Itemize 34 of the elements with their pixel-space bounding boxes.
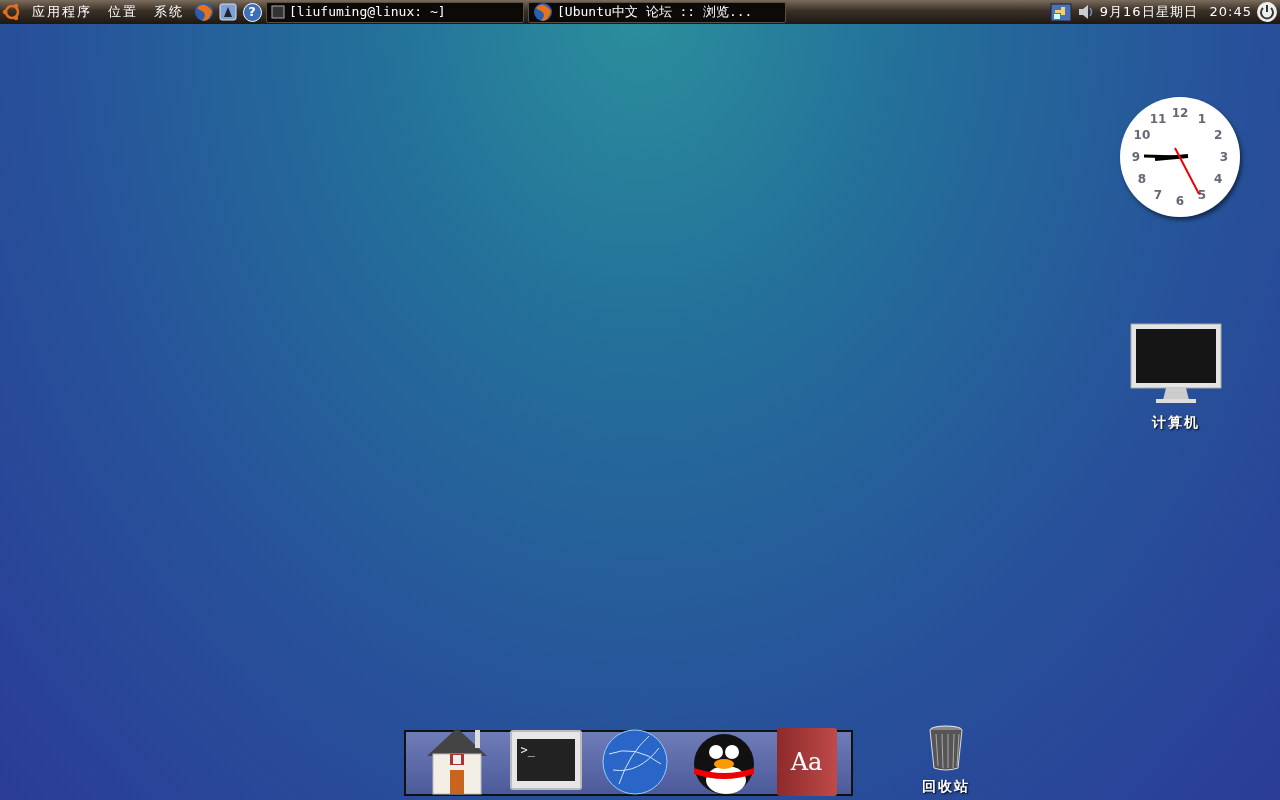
- logo-icon: [2, 2, 22, 22]
- clock-numeral: 10: [1133, 129, 1151, 141]
- clock-numeral: 11: [1149, 112, 1167, 125]
- wastebasket-icon[interactable]: [926, 724, 966, 772]
- clock-numeral: 1: [1197, 112, 1207, 125]
- taskbar-button[interactable]: [liufuming@linux: ~]: [266, 1, 524, 23]
- menu-item[interactable]: 应用程序: [26, 2, 98, 22]
- terminal-prompt: >_: [516, 739, 575, 781]
- browser-icon: [533, 2, 553, 22]
- browser-icon[interactable]: [194, 2, 214, 22]
- taskbar-button[interactable]: [Ubuntu中文 论坛 :: 浏览...: [528, 1, 786, 23]
- clock-numeral: 12: [1171, 107, 1189, 119]
- stamp-icon[interactable]: [218, 2, 238, 22]
- clock-numeral: 9: [1131, 151, 1141, 163]
- clock-numeral: 6: [1175, 195, 1185, 207]
- menu-item[interactable]: 位置: [102, 2, 144, 22]
- clock-numeral: 8: [1137, 173, 1147, 185]
- clock-numeral: 7: [1153, 189, 1163, 202]
- clock-numeral: 4: [1213, 173, 1223, 185]
- book-cover-text: Aa: [790, 747, 823, 778]
- menu-item[interactable]: 系统: [148, 2, 190, 22]
- help-icon[interactable]: ?: [242, 2, 262, 22]
- network-icon[interactable]: [1049, 2, 1072, 22]
- power-icon[interactable]: [1256, 1, 1278, 23]
- desktop-icon-label[interactable]: 计算机: [1152, 412, 1200, 433]
- clock-numeral: 3: [1219, 151, 1229, 163]
- clock-numeral: 2: [1213, 129, 1223, 141]
- book-icon[interactable]: Aa: [776, 728, 837, 796]
- window-icon: [271, 5, 285, 19]
- panel-time[interactable]: 20:45: [1209, 2, 1252, 22]
- desktop-icon-label[interactable]: 回收站: [922, 776, 970, 797]
- clock-numeral: 5: [1197, 189, 1207, 202]
- panel-date[interactable]: 9月16日星期日: [1099, 2, 1198, 22]
- terminal-icon[interactable]: >_: [509, 730, 582, 790]
